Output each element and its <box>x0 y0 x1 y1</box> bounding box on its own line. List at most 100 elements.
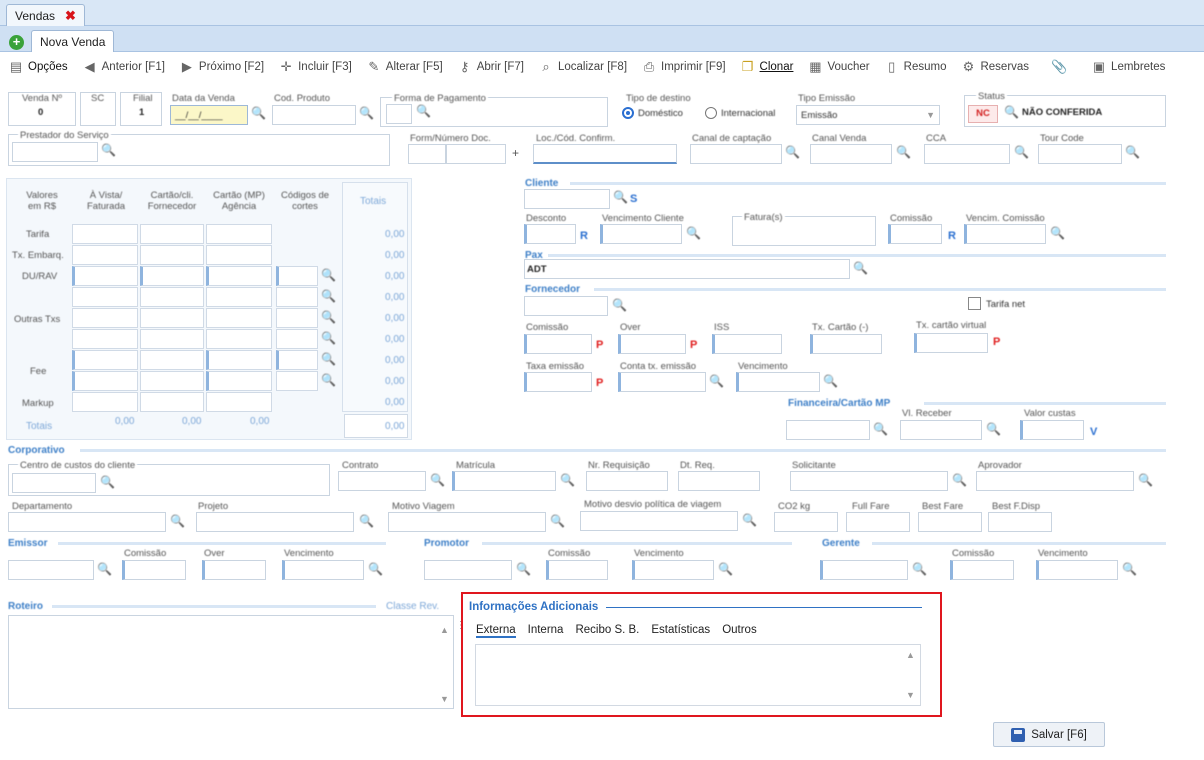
motivo-desvio-search-icon[interactable]: 🔍 <box>742 513 757 527</box>
valor-custas-input[interactable] <box>1020 420 1084 440</box>
grid-cell[interactable] <box>206 245 272 265</box>
tab-interna[interactable]: Interna <box>528 624 564 638</box>
projeto-input[interactable] <box>196 512 354 532</box>
data-venda-search-icon[interactable]: 🔍 <box>251 106 266 120</box>
grid-cell[interactable] <box>72 371 138 391</box>
grid-cell[interactable] <box>72 224 138 244</box>
tab-recibo-sb[interactable]: Recibo S. B. <box>575 624 639 638</box>
solicitante-input[interactable] <box>790 471 948 491</box>
promotor-vencimento-search-icon[interactable]: 🔍 <box>718 562 733 576</box>
gerente-input[interactable] <box>820 560 908 580</box>
numero-doc-input[interactable] <box>446 144 506 164</box>
canal-venda-input[interactable] <box>810 144 892 164</box>
contrato-search-icon[interactable]: 🔍 <box>430 473 445 487</box>
promotor-input[interactable] <box>424 560 512 580</box>
emissor-input[interactable] <box>8 560 94 580</box>
motivo-viagem-search-icon[interactable]: 🔍 <box>550 514 565 528</box>
tab-externa[interactable]: Externa <box>476 624 516 638</box>
cliente-search-icon[interactable]: 🔍 <box>613 190 628 204</box>
voucher-button[interactable]: ▦ Voucher <box>807 59 869 75</box>
tour-code-input[interactable] <box>1038 144 1122 164</box>
forma-pagamento-search-icon[interactable]: 🔍 <box>416 104 431 118</box>
contrato-input[interactable] <box>338 471 426 491</box>
tab-nova-venda[interactable]: Nova Venda <box>31 30 115 52</box>
codigo-corte-input[interactable] <box>276 329 318 349</box>
close-icon[interactable]: ✖ <box>65 5 76 27</box>
emissor-vencimento-input[interactable] <box>282 560 364 580</box>
scroll-down-icon[interactable]: ▼ <box>906 690 915 700</box>
grid-cell[interactable] <box>140 308 204 328</box>
codigo-corte-search-icon[interactable]: 🔍 <box>321 289 336 303</box>
pax-search-icon[interactable]: 🔍 <box>853 261 868 275</box>
conta-tx-emissao-input[interactable] <box>618 372 706 392</box>
fornecedor-vencimento-input[interactable] <box>736 372 820 392</box>
grid-cell[interactable] <box>206 329 272 349</box>
iss-input[interactable] <box>712 334 782 354</box>
proximo-button[interactable]: ▶ Próximo [F2] <box>179 59 264 75</box>
grid-cell[interactable] <box>140 245 204 265</box>
motivo-desvio-input[interactable] <box>580 511 738 531</box>
loc-cod-input[interactable] <box>533 144 677 164</box>
grid-cell[interactable] <box>72 266 138 286</box>
vencim-comissao-search-icon[interactable]: 🔍 <box>1050 226 1065 240</box>
tour-code-search-icon[interactable]: 🔍 <box>1125 145 1140 159</box>
taxa-emissao-input[interactable] <box>524 372 592 392</box>
prestador-input[interactable] <box>12 142 98 162</box>
emissor-vencimento-search-icon[interactable]: 🔍 <box>368 562 383 576</box>
new-tab-plus-icon[interactable]: + <box>9 35 24 50</box>
solicitante-search-icon[interactable]: 🔍 <box>952 473 967 487</box>
promotor-search-icon[interactable]: 🔍 <box>516 562 531 576</box>
matricula-search-icon[interactable]: 🔍 <box>560 473 575 487</box>
promotor-vencimento-input[interactable] <box>632 560 714 580</box>
best-f-disp-input[interactable] <box>988 512 1052 532</box>
grid-cell[interactable] <box>206 371 272 391</box>
forma-pagamento-input[interactable] <box>386 104 412 124</box>
promotor-comissao-input[interactable] <box>546 560 608 580</box>
grid-cell[interactable] <box>72 287 138 307</box>
emissor-search-icon[interactable]: 🔍 <box>97 562 112 576</box>
canal-venda-search-icon[interactable]: 🔍 <box>896 145 911 159</box>
codigo-corte-input[interactable] <box>276 371 318 391</box>
cca-search-icon[interactable]: 🔍 <box>1014 145 1029 159</box>
tab-estatisticas[interactable]: Estatísticas <box>651 624 710 638</box>
codigo-corte-search-icon[interactable]: 🔍 <box>321 373 336 387</box>
grid-cell[interactable] <box>140 224 204 244</box>
vencimento-cliente-search-icon[interactable]: 🔍 <box>686 226 701 240</box>
grid-cell[interactable] <box>140 329 204 349</box>
emissor-comissao-input[interactable] <box>122 560 186 580</box>
gerente-comissao-input[interactable] <box>950 560 1014 580</box>
codigo-corte-input[interactable] <box>276 287 318 307</box>
co2-input[interactable] <box>774 512 838 532</box>
grid-cell[interactable] <box>140 392 204 412</box>
reservas-button[interactable]: ⚙ Reservas <box>960 59 1029 75</box>
grid-cell[interactable] <box>72 392 138 412</box>
desconto-input[interactable] <box>524 224 576 244</box>
status-search-icon[interactable]: 🔍 <box>1004 105 1019 119</box>
opcoes-button[interactable]: ▤ Opções <box>8 59 68 75</box>
fornecedor-vencimento-search-icon[interactable]: 🔍 <box>823 374 838 388</box>
codigo-corte-search-icon[interactable]: 🔍 <box>321 310 336 324</box>
departamento-search-icon[interactable]: 🔍 <box>170 514 185 528</box>
incluir-button[interactable]: ✛ Incluir [F3] <box>278 59 352 75</box>
save-button[interactable]: Salvar [F6] <box>993 722 1105 747</box>
vl-receber-input[interactable] <box>900 420 982 440</box>
abrir-button[interactable]: ⚷ Abrir [F7] <box>457 59 524 75</box>
tab-outros[interactable]: Outros <box>722 624 757 638</box>
tx-cartao-virtual-input[interactable] <box>914 333 988 353</box>
grid-cell[interactable] <box>72 350 138 370</box>
domestico-radio[interactable] <box>622 107 634 119</box>
grid-cell[interactable] <box>140 266 204 286</box>
venda-n-value[interactable]: 0 <box>38 107 43 118</box>
codigo-corte-search-icon[interactable]: 🔍 <box>321 352 336 366</box>
vl-receber-search-icon[interactable]: 🔍 <box>986 422 1001 436</box>
tarifa-net-checkbox[interactable] <box>968 297 981 310</box>
financeira-search-icon[interactable]: 🔍 <box>873 422 888 436</box>
motivo-viagem-input[interactable] <box>388 512 546 532</box>
projeto-search-icon[interactable]: 🔍 <box>359 514 374 528</box>
cliente-comissao-input[interactable] <box>888 224 942 244</box>
scroll-up-icon[interactable]: ▲ <box>906 650 915 660</box>
over-input[interactable] <box>618 334 686 354</box>
grid-cell[interactable] <box>72 308 138 328</box>
form-input[interactable] <box>408 144 446 164</box>
aprovador-search-icon[interactable]: 🔍 <box>1138 473 1153 487</box>
